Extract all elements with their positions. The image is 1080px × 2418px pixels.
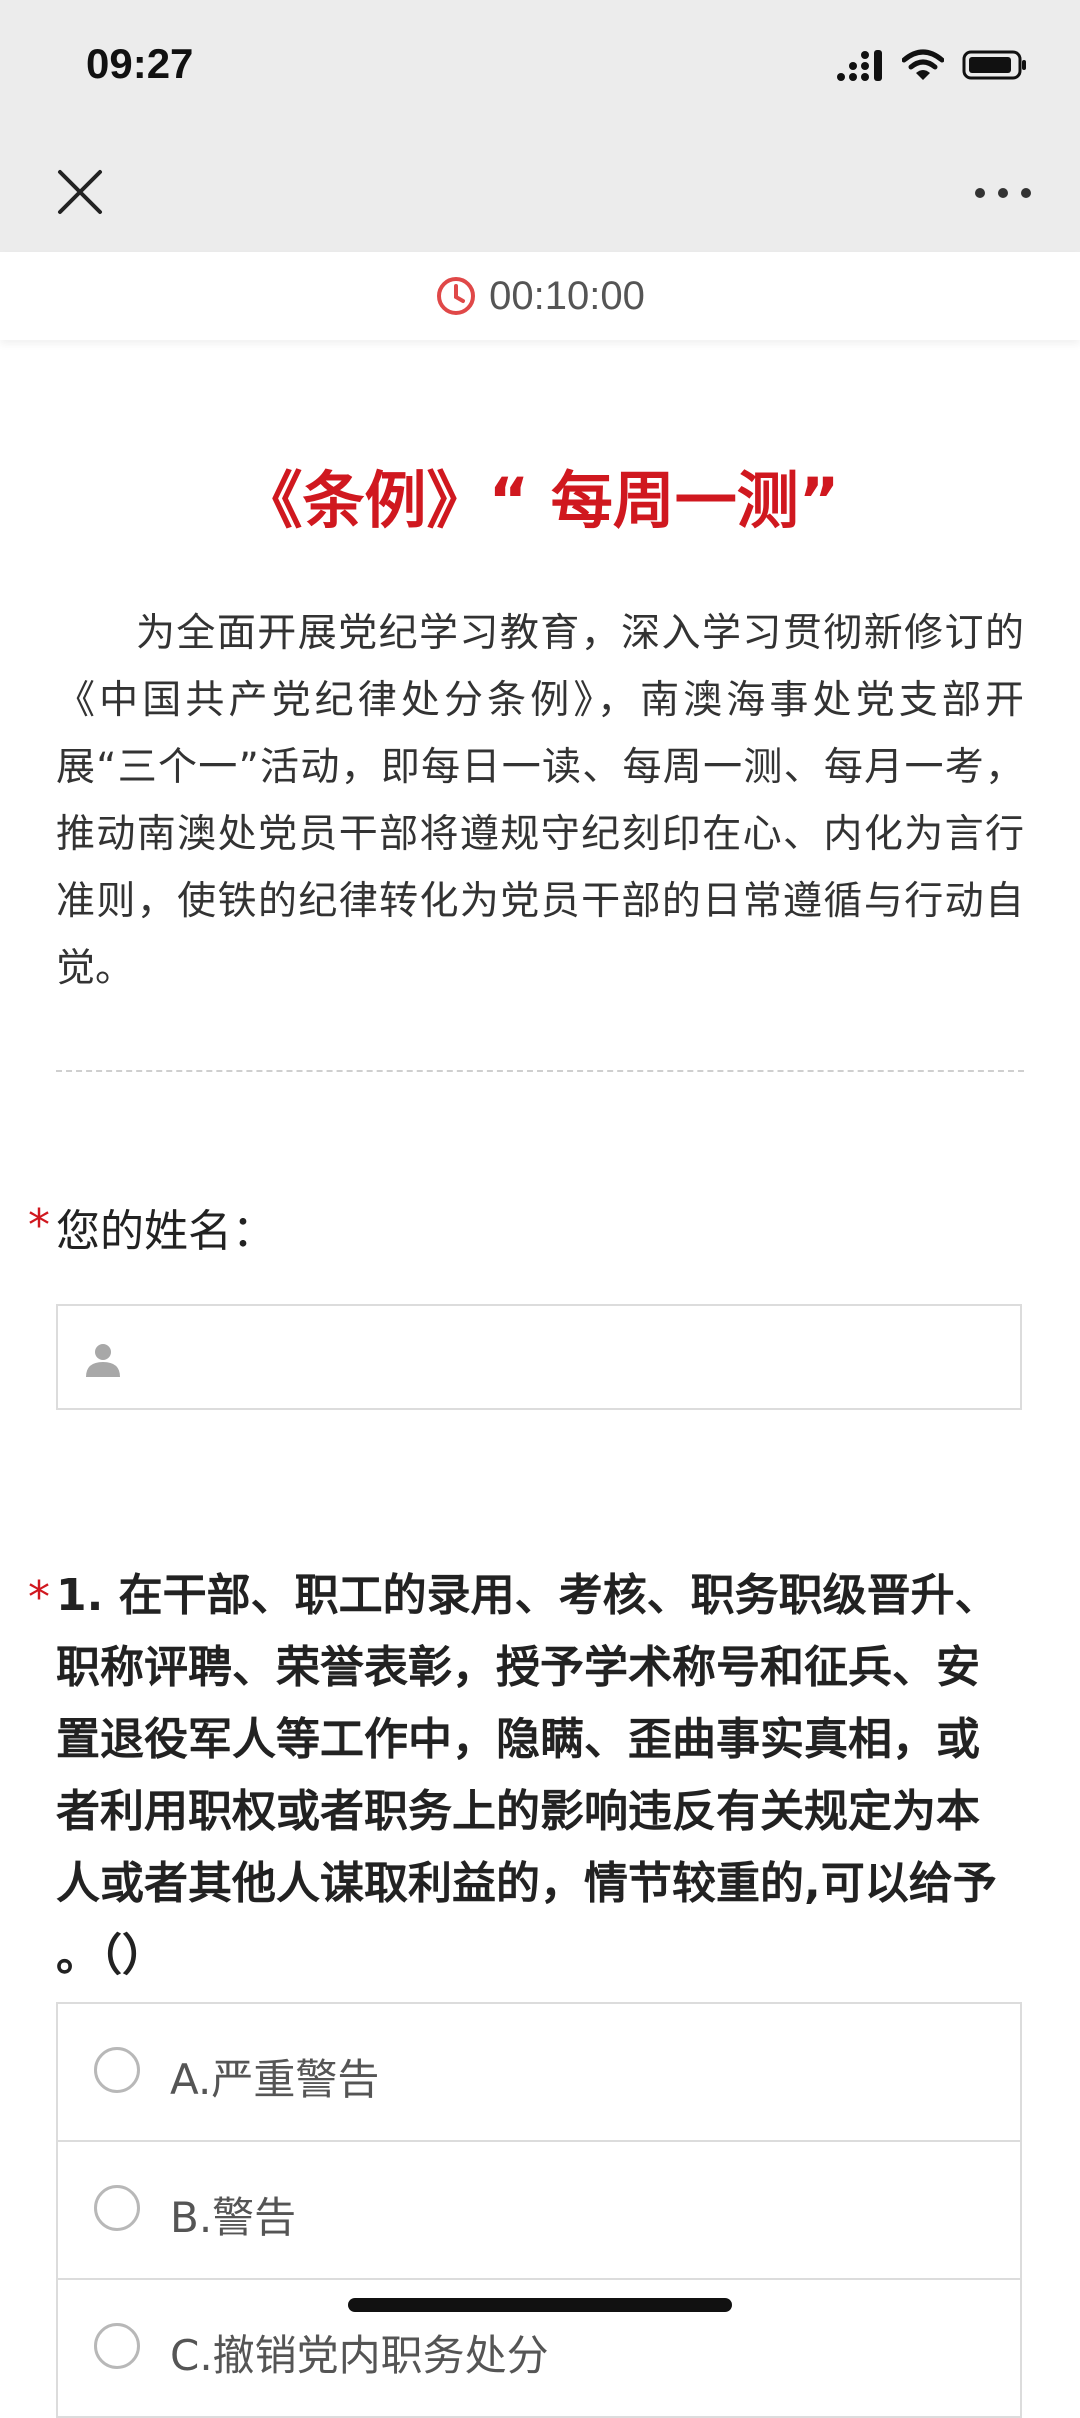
radio-button[interactable]: [94, 2047, 140, 2093]
user-icon: [86, 1344, 120, 1377]
dashed-divider: [56, 1070, 1024, 1072]
page-title: 《条例》“ 每周一测”: [240, 464, 840, 537]
required-mark: *: [28, 1200, 50, 1251]
more-icon: [975, 188, 1031, 198]
countdown-timer: 00:10:00: [489, 273, 645, 318]
option-label: B.警告: [170, 2193, 297, 2242]
battery-icon: [962, 50, 1026, 80]
close-button[interactable]: [50, 162, 110, 222]
more-button[interactable]: [968, 168, 1038, 218]
option-label: A.严重警告: [170, 2055, 380, 2104]
timer-bar: 00:10:00: [0, 252, 1080, 340]
option-list: A.严重警告 B.警告 C.撤销党内职务处分: [56, 2002, 1022, 2418]
status-time: 09:27: [86, 40, 194, 87]
radio-button[interactable]: [94, 2323, 140, 2369]
wifi-icon: [902, 49, 944, 80]
required-mark: *: [28, 1572, 50, 1623]
name-field-label: 您的姓名：: [56, 1206, 276, 1257]
radio-button[interactable]: [94, 2185, 140, 2231]
nav-bar: [0, 140, 1080, 252]
option-label: C.撤销党内职务处分: [170, 2331, 549, 2380]
close-icon: [58, 170, 102, 214]
status-bar: 09:27: [0, 0, 1080, 140]
name-input[interactable]: [56, 1304, 1022, 1410]
option-b[interactable]: B.警告: [58, 2142, 1020, 2280]
option-a[interactable]: A.严重警告: [58, 2004, 1020, 2142]
home-indicator: [348, 2298, 732, 2312]
question-text: 1. 在干部、职工的录用、考核、职务职级晋升、职称评聘、荣誉表彰，授予学术称号和…: [56, 1570, 999, 1981]
clock-icon: [437, 277, 476, 315]
intro-paragraph: 为全面开展党纪学习教育，深入学习贯彻新修订的《中国共产党纪律处分条例》，南澳海事…: [56, 611, 1024, 991]
signal-icon: [837, 50, 882, 81]
status-icons: [836, 48, 1028, 82]
